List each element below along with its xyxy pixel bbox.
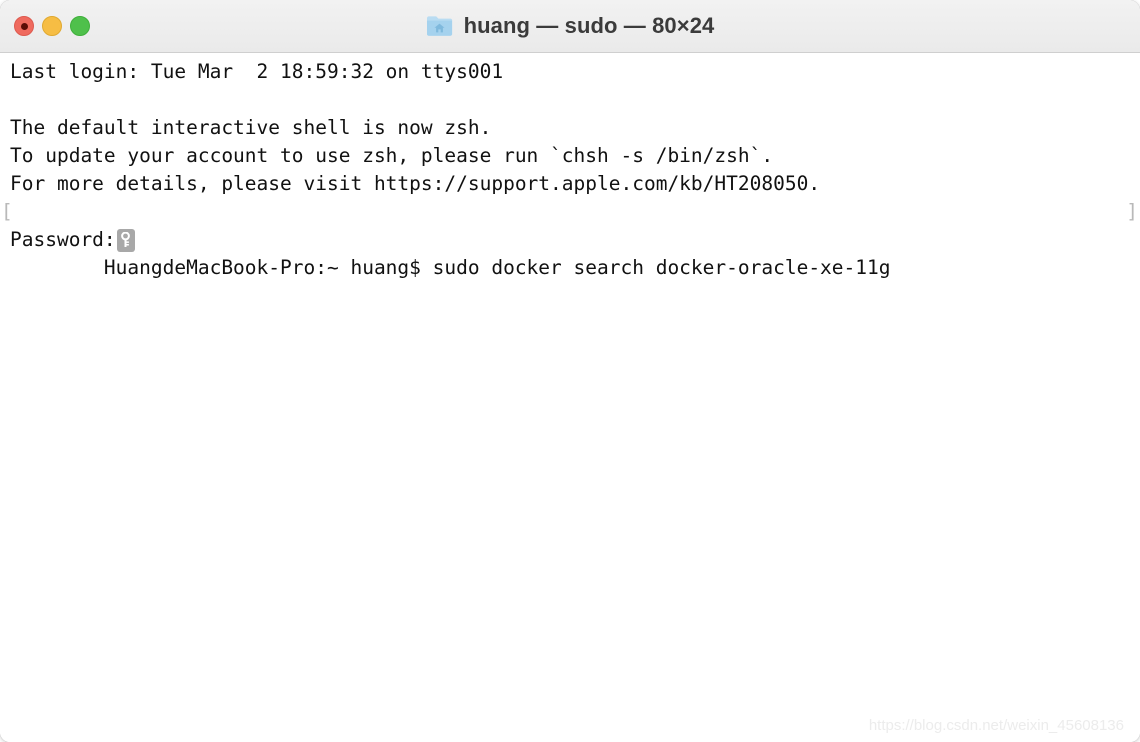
password-prompt-row[interactable]: Password: <box>0 226 1140 254</box>
prompt-mark-right-icon: ] <box>1126 200 1138 223</box>
terminal-line-support-url: For more details, please visit https://s… <box>10 172 821 195</box>
terminal-line-shell-notice: The default interactive shell is now zsh… <box>10 116 492 139</box>
window-title-group: huang — sudo — 80×24 <box>426 13 715 39</box>
watermark-text: https://blog.csdn.net/weixin_45608136 <box>868 717 1124 734</box>
terminal-line-chsh-hint: To update your account to use zsh, pleas… <box>10 144 774 167</box>
minimize-button[interactable] <box>42 16 62 36</box>
window-titlebar[interactable]: huang — sudo — 80×24 <box>0 0 1140 53</box>
window-title: huang — sudo — 80×24 <box>463 13 715 38</box>
close-button[interactable] <box>14 16 34 36</box>
zoom-button[interactable] <box>70 16 90 36</box>
terminal-content[interactable]: Last login: Tue Mar 2 18:59:32 on ttys00… <box>0 53 1140 742</box>
terminal-window: huang — sudo — 80×24 Last login: Tue Mar… <box>0 0 1140 742</box>
terminal-line-last-login: Last login: Tue Mar 2 18:59:32 on ttys00… <box>10 60 504 83</box>
close-icon <box>20 22 28 30</box>
home-folder-icon <box>426 15 453 37</box>
terminal-line-command-prompt: [ HuangdeMacBook-Pro:~ huang$ sudo docke… <box>0 198 1140 279</box>
prompt-command-text: HuangdeMacBook-Pro:~ huang$ sudo docker … <box>103 256 891 279</box>
prompt-mark-left-icon: [ <box>1 200 13 223</box>
key-icon <box>116 228 135 252</box>
screen: huang — sudo — 80×24 Last login: Tue Mar… <box>0 0 1140 742</box>
window-controls <box>14 0 90 52</box>
